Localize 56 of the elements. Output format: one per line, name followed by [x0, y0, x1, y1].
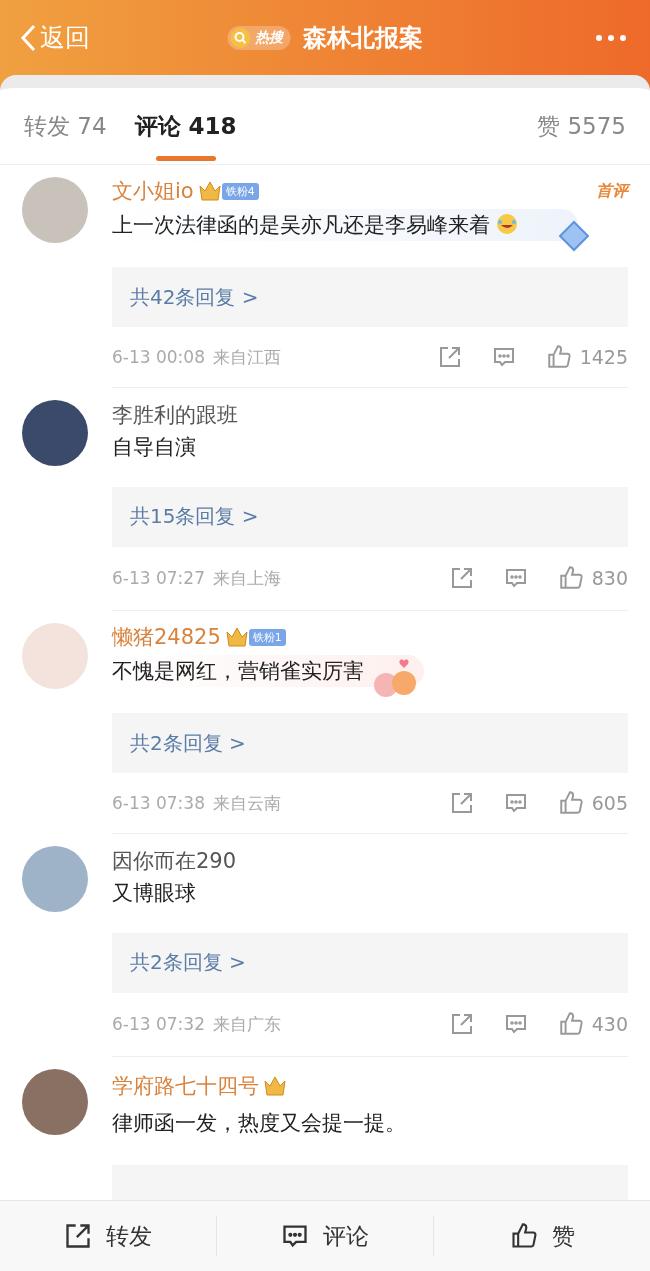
comment-text: 不愧是网红，营销雀实厉害: [112, 655, 424, 688]
tab[interactable]: 评论 418: [134, 88, 237, 165]
back-chevron-icon: [20, 23, 36, 52]
thumbs-up-icon: [509, 1222, 538, 1250]
hot-search-tag: 热搜: [227, 25, 291, 50]
user-name[interactable]: 李胜利的跟班: [112, 400, 238, 429]
fan-badge: 铁粉1: [248, 628, 286, 646]
fan-badge: 铁粉4: [221, 182, 259, 200]
user-name[interactable]: 懒猪24825: [112, 623, 221, 652]
comment-time: 6-13 07:27: [112, 568, 205, 589]
thumbs-up-icon: [557, 565, 584, 592]
share-icon: [437, 345, 462, 370]
share-icon: [449, 1012, 474, 1037]
page-title: 森林北报案: [302, 22, 423, 54]
like-button[interactable]: 830: [557, 565, 628, 592]
replies-link[interactable]: 共2条回复 >: [112, 713, 628, 774]
comment-text: 上一次法律函的是吴亦凡还是李易峰来着: [112, 209, 578, 242]
comment-location: 来自广东: [213, 1012, 281, 1036]
comment-text: 又博眼球: [112, 880, 197, 908]
comment-time: 6-13 07:38: [112, 793, 205, 814]
user-name[interactable]: 因你而在290: [112, 846, 237, 875]
share-icon: [64, 1222, 92, 1250]
comment-text: 律师函一发，热度又会提一提。: [112, 1110, 407, 1137]
action-bar-button[interactable]: 转发: [0, 1216, 217, 1256]
likes-tab[interactable]: 赞 5575: [537, 110, 626, 142]
like-button[interactable]: 605: [557, 790, 628, 817]
share-button[interactable]: [449, 791, 474, 816]
search-icon: [230, 27, 251, 48]
replies-link[interactable]: 共42条回复 >: [112, 267, 628, 328]
comment-location: 来自上海: [213, 566, 281, 590]
comment-text: 自导自演: [112, 434, 197, 462]
comment-time: 6-13 00:08: [112, 347, 205, 368]
share-button[interactable]: [449, 1012, 474, 1037]
share-button[interactable]: [437, 345, 462, 370]
tab[interactable]: 转发 74: [24, 88, 107, 165]
crown-icon: [263, 1075, 287, 1097]
action-bar-button[interactable]: 赞: [434, 1216, 650, 1256]
share-icon: [449, 791, 474, 816]
back-button[interactable]: 返回: [20, 21, 90, 54]
like-button[interactable]: 1425: [545, 344, 628, 371]
replies-link[interactable]: 共2条回复 >: [112, 932, 628, 993]
thumbs-up-icon: [545, 344, 572, 371]
comment-time: 6-13 07:32: [112, 1014, 205, 1035]
action-bar-button[interactable]: 评论: [217, 1216, 434, 1256]
crown-icon: [197, 180, 222, 203]
share-button[interactable]: [449, 566, 474, 591]
user-name[interactable]: 文小姐io: [112, 177, 194, 206]
thumbs-up-icon: [557, 1011, 584, 1038]
thumbs-up-icon: [557, 790, 584, 817]
crown-icon: [224, 626, 249, 649]
share-icon: [449, 566, 474, 591]
comment-location: 来自云南: [213, 791, 281, 815]
replies-link[interactable]: 共15条回复 >: [112, 486, 628, 547]
user-name[interactable]: 学府路七十四号: [112, 1072, 259, 1100]
comment-location: 来自江西: [213, 345, 281, 369]
like-button[interactable]: 430: [557, 1011, 628, 1038]
